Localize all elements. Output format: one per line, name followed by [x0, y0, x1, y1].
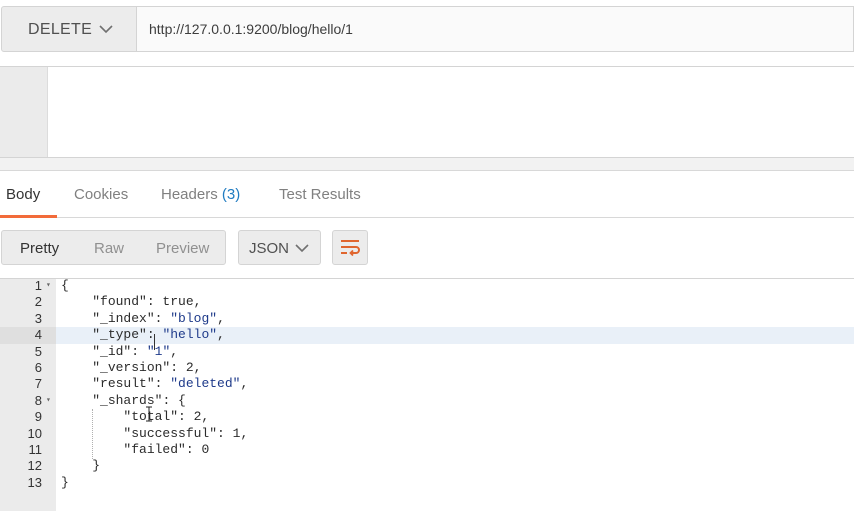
method-select[interactable]: DELETE: [1, 6, 137, 52]
code-text: "successful": 1,: [123, 425, 249, 441]
code-text: }: [61, 458, 101, 474]
code-text: "found": true,: [92, 294, 202, 310]
fold-toggle-icon[interactable]: ▾: [46, 393, 51, 409]
code-line: 3 "_index": "blog",: [0, 311, 854, 327]
line-number: 6: [34, 360, 42, 375]
code-text: "failed": 0: [123, 442, 210, 457]
line-number: 11: [28, 442, 43, 457]
line-number: 12: [27, 458, 42, 474]
code-line: 1 ▾ {: [0, 278, 854, 294]
chevron-down-icon: [99, 25, 113, 34]
pretty-button[interactable]: Pretty: [20, 240, 59, 257]
line-number: 10: [27, 425, 42, 441]
code-text: "result": "deleted",: [92, 376, 249, 392]
code-line: 12 }: [0, 458, 854, 474]
line-number: 4: [34, 327, 42, 343]
code-text: "_version": 2,: [92, 360, 202, 375]
url-input[interactable]: http://127.0.0.1:9200/blog/hello/1: [137, 6, 854, 52]
response-toolbar: Pretty Raw Preview JSON: [0, 218, 854, 278]
code-line: 4 "_type": "hello",: [0, 327, 854, 344]
code-text: "_index": "blog",: [92, 310, 225, 326]
tab-cookies-label: Cookies: [74, 186, 129, 203]
code-line: 11 "failed": 0: [0, 442, 854, 458]
line-number: 9: [34, 409, 42, 425]
tab-test-results-label: Test Results: [279, 186, 361, 203]
code-line: 10 "successful": 1,: [0, 426, 854, 442]
tab-headers-label: Headers: [161, 186, 218, 203]
request-editor-gutter: [0, 67, 48, 157]
line-number: 3: [34, 310, 42, 326]
wrap-lines-icon: [341, 240, 360, 257]
line-number: 13: [27, 474, 42, 490]
headers-count: (3): [221, 186, 241, 203]
code-text: "_id": "1",: [92, 343, 179, 359]
chevron-down-icon: [295, 244, 309, 253]
line-number: 8: [34, 392, 42, 408]
tab-cookies[interactable]: Cookies: [74, 186, 128, 203]
tab-headers[interactable]: Headers (3): [161, 186, 240, 203]
ibeam-cursor-icon: [146, 406, 152, 422]
code-text: "_shards": {: [92, 392, 186, 408]
preview-button[interactable]: Preview: [156, 240, 209, 257]
code-line: 5 "_id": "1",: [0, 344, 854, 360]
request-body-editor[interactable]: [0, 66, 854, 158]
line-number: 2: [34, 294, 42, 310]
line-number: 7: [34, 376, 42, 392]
method-label: DELETE: [28, 21, 93, 38]
response-tabs: Body Cookies Headers (3) Test Results: [0, 170, 854, 218]
code-text: }: [61, 474, 69, 490]
wrap-lines-button[interactable]: [332, 230, 368, 265]
code-text: "_type": "hello",: [92, 327, 225, 343]
format-label: JSON: [249, 240, 290, 257]
code-text: {: [61, 278, 69, 293]
code-line: 6 "_version": 2,: [0, 360, 854, 376]
code-line: 8 ▾ "_shards": {: [0, 393, 854, 409]
tab-test-results[interactable]: Test Results: [279, 186, 361, 203]
line-number: 1: [34, 278, 42, 293]
code-line: 13}: [0, 475, 854, 491]
fold-toggle-icon[interactable]: ▾: [46, 278, 51, 294]
code-line: 7 "result": "deleted",: [0, 376, 854, 392]
pane-divider[interactable]: [0, 158, 854, 170]
text-cursor: [154, 334, 155, 350]
tab-body-label: Body: [6, 186, 41, 203]
code-line: 2 "found": true,: [0, 294, 854, 310]
raw-button[interactable]: Raw: [94, 240, 124, 257]
view-mode-switch: Pretty Raw Preview: [1, 230, 226, 265]
tab-body[interactable]: Body: [6, 186, 40, 203]
url-text: http://127.0.0.1:9200/blog/hello/1: [149, 21, 353, 37]
format-select[interactable]: JSON: [238, 230, 321, 265]
indent-guide: [92, 409, 93, 459]
request-bar: DELETE http://127.0.0.1:9200/blog/hello/…: [0, 0, 854, 66]
line-number: 5: [34, 343, 42, 359]
code-text: "total": 2,: [123, 409, 210, 425]
code-line: 9 "total": 2,: [0, 409, 854, 425]
